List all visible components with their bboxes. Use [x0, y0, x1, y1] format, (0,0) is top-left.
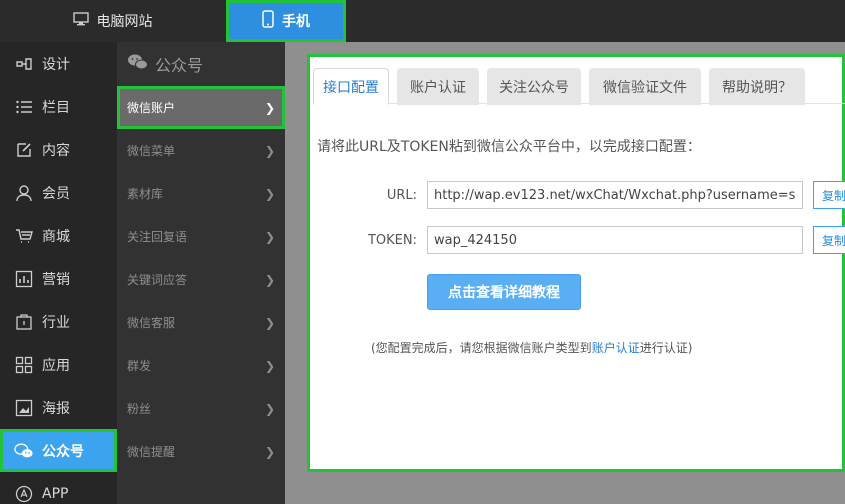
tab-verify-file[interactable]: 微信验证文件	[589, 68, 701, 105]
nav-item-label: 行业	[42, 314, 70, 331]
chart-icon	[14, 269, 34, 289]
nav-item-label: 公众号	[42, 443, 84, 460]
sub-item-follow-reply[interactable]: 关注回复语 ❯	[117, 215, 285, 258]
copy-url-button[interactable]: 复制	[813, 181, 845, 209]
poster-icon	[14, 398, 34, 418]
sub-item-wechat-menu[interactable]: 微信菜单 ❯	[117, 129, 285, 172]
nav-item-design[interactable]: 设计	[0, 42, 117, 85]
user-icon	[14, 183, 34, 203]
sub-item-wechat-reminder[interactable]: 微信提醒 ❯	[117, 430, 285, 473]
nav-item-poster[interactable]: 海报	[0, 386, 117, 429]
sub-item-wechat-service[interactable]: 微信客服 ❯	[117, 301, 285, 344]
wechat-icon	[127, 53, 149, 75]
chevron-right-icon: ❯	[264, 100, 275, 115]
tab-follow-account[interactable]: 关注公众号	[487, 68, 581, 105]
chevron-right-icon: ❯	[264, 315, 275, 330]
note-prefix: (您配置完成后，请您根据微信账户类型到	[371, 341, 592, 355]
sub-item-material-library[interactable]: 素材库 ❯	[117, 172, 285, 215]
token-label: TOKEN:	[367, 233, 417, 248]
sub-nav: 公众号 微信账户 ❯ 微信菜单 ❯ 素材库 ❯ 关注回复语 ❯ 关键词应答 ❯ 微信客服 ❯…	[117, 42, 285, 504]
sub-item-label: 关键词应答	[127, 273, 188, 287]
nav-item-label: 海报	[42, 400, 70, 417]
nav-item-label: 会员	[42, 185, 70, 202]
tab-help[interactable]: 帮助说明？	[709, 68, 805, 105]
nav-item-app[interactable]: APP	[0, 472, 117, 504]
account-verify-link[interactable]: 账户认证	[592, 341, 640, 355]
sub-item-fans[interactable]: 粉丝 ❯	[117, 387, 285, 430]
sub-item-label: 微信菜单	[127, 144, 176, 158]
top-bar: 电脑网站 手机	[0, 0, 845, 42]
chevron-right-icon: ❯	[264, 444, 275, 459]
wechat-icon	[14, 441, 34, 461]
sub-nav-title: 公众号	[155, 56, 204, 75]
briefcase-icon	[14, 312, 34, 332]
chevron-right-icon: ❯	[264, 401, 275, 416]
nav-item-label: 内容	[42, 142, 70, 159]
edit-icon	[14, 140, 34, 160]
chevron-right-icon: ❯	[264, 143, 275, 158]
chevron-right-icon: ❯	[264, 358, 275, 373]
nav-item-label: 营销	[42, 271, 70, 288]
note-suffix: 进行认证)	[639, 341, 693, 355]
sub-item-label: 群发	[127, 359, 152, 373]
tab-account-verify[interactable]: 账户认证	[397, 68, 479, 105]
sub-item-label: 微信提醒	[127, 445, 176, 459]
nav-item-industry[interactable]: 行业	[0, 300, 117, 343]
sub-item-label: 微信客服	[127, 316, 176, 330]
view-tutorial-button[interactable]: 点击查看详细教程	[427, 274, 581, 310]
sub-nav-header: 公众号	[117, 42, 285, 86]
copy-token-button[interactable]: 复制	[813, 226, 845, 254]
sub-item-wechat-account[interactable]: 微信账户 ❯	[117, 86, 285, 129]
tab-label: 帮助说明？	[722, 79, 792, 96]
nav-item-content[interactable]: 内容	[0, 128, 117, 171]
nav-item-label: 商城	[42, 228, 70, 245]
main-area: 接口配置 账户认证 关注公众号 微信验证文件 帮助说明？ 请将此URL及TOKE…	[285, 42, 845, 504]
sub-item-mass-send[interactable]: 群发 ❯	[117, 344, 285, 387]
design-icon	[14, 54, 34, 74]
sub-item-label: 微信账户	[127, 101, 176, 115]
nav-item-label: 设计	[42, 56, 70, 73]
nav-item-marketing[interactable]: 营销	[0, 257, 117, 300]
tab-pc-site-label: 电脑网站	[96, 14, 153, 30]
chevron-right-icon: ❯	[264, 229, 275, 244]
nav-item-label: 应用	[42, 357, 70, 374]
chevron-right-icon: ❯	[264, 186, 275, 201]
tab-label: 接口配置	[323, 79, 379, 96]
app-icon	[14, 484, 34, 504]
tab-mobile-label: 手机	[282, 14, 310, 30]
monitor-icon	[72, 12, 89, 30]
list-icon	[14, 97, 34, 117]
nav-item-members[interactable]: 会员	[0, 171, 117, 214]
nav-item-apps[interactable]: 应用	[0, 343, 117, 386]
chevron-right-icon: ❯	[264, 272, 275, 287]
config-intro-text: 请将此URL及TOKEN粘到微信公众平台中，以完成接口配置：	[317, 139, 701, 155]
tab-pc-site[interactable]: 电脑网站	[0, 0, 225, 42]
tab-label: 微信验证文件	[603, 79, 687, 96]
nav-item-mall[interactable]: 商城	[0, 214, 117, 257]
left-nav: 设计 栏目 内容 会员 商城 营销 行业 应用 海报 公众号 APP	[0, 42, 117, 504]
cart-icon	[14, 226, 34, 246]
nav-item-label: APP	[42, 485, 69, 502]
sub-item-label: 关注回复语	[127, 230, 188, 244]
grid-icon	[14, 355, 34, 375]
sub-item-label: 粉丝	[127, 402, 152, 416]
tab-bar: 接口配置 账户认证 关注公众号 微信验证文件 帮助说明？	[313, 64, 845, 105]
nav-item-columns[interactable]: 栏目	[0, 85, 117, 128]
config-panel: 接口配置 账户认证 关注公众号 微信验证文件 帮助说明？ 请将此URL及TOKE…	[307, 54, 845, 472]
token-input[interactable]	[427, 226, 803, 254]
url-label: URL:	[386, 188, 417, 203]
tab-label: 关注公众号	[499, 79, 569, 96]
tab-mobile[interactable]: 手机	[226, 0, 346, 42]
nav-item-official-account[interactable]: 公众号	[0, 429, 117, 472]
sub-item-label: 素材库	[127, 187, 164, 201]
tab-interface-config[interactable]: 接口配置	[313, 68, 389, 105]
phone-icon	[262, 10, 274, 32]
url-input[interactable]	[427, 181, 803, 209]
nav-item-label: 栏目	[42, 99, 70, 116]
config-note: (您配置完成后，请您根据微信账户类型到账户认证进行认证)	[371, 339, 692, 356]
sub-item-keyword-reply[interactable]: 关键词应答 ❯	[117, 258, 285, 301]
tab-label: 账户认证	[410, 79, 466, 96]
